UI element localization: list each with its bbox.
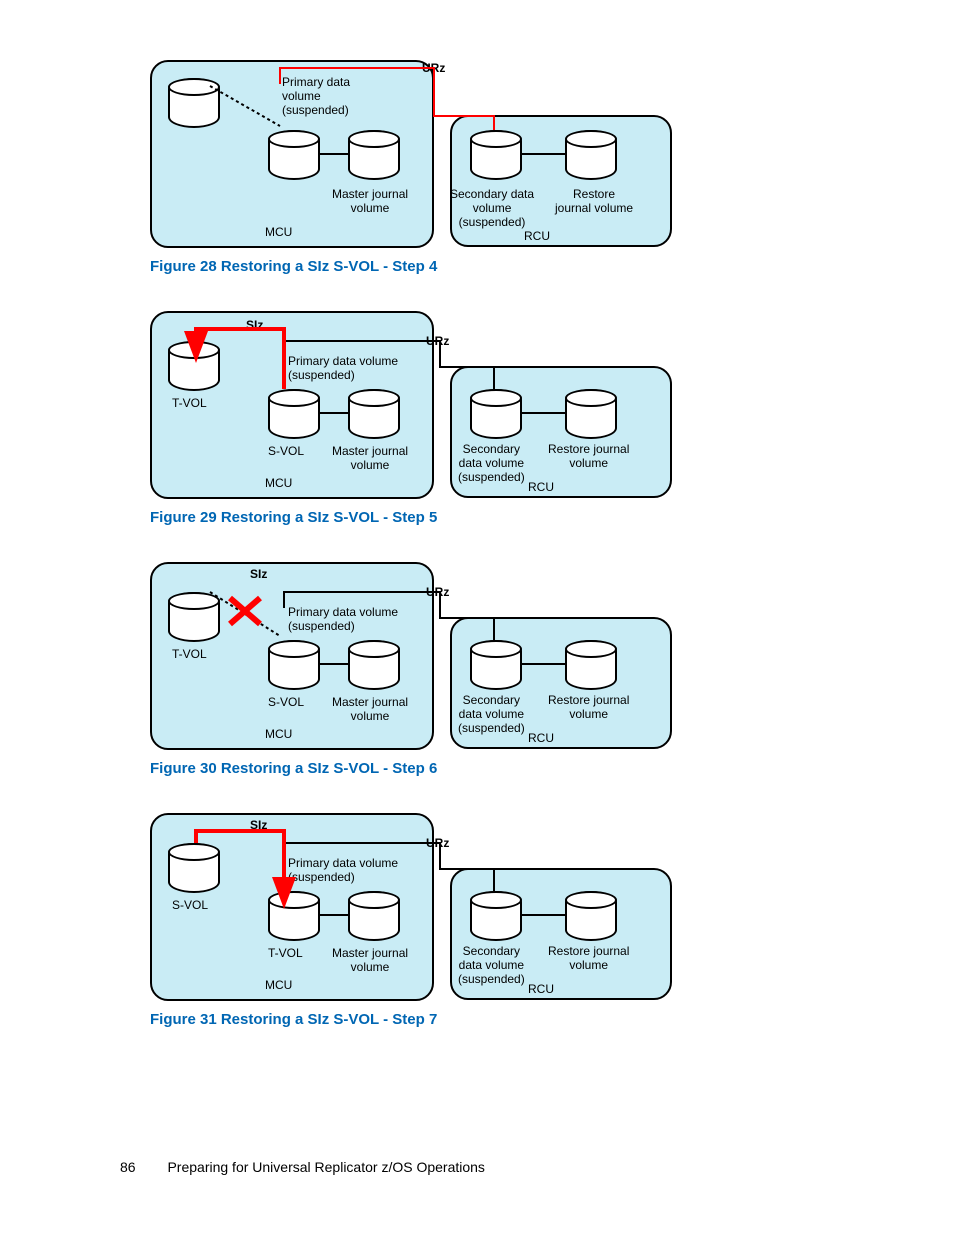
mcu-vol-svol [268, 640, 320, 690]
label-restore: Restore journal volume [548, 945, 629, 973]
label-master: Master journal volume [332, 947, 408, 975]
rcu-vol-restore [565, 389, 617, 439]
label-primary: Primary data volume (suspended) [288, 857, 398, 885]
label-tvol: T-VOL [172, 648, 207, 662]
figure-29-caption: Figure 29 Restoring a SIz S-VOL - Step 5 [150, 509, 834, 526]
figure-28-diagram: Primary data volume (suspended) URz Mast… [150, 60, 690, 250]
label-master: Master journal volume [332, 696, 408, 724]
figure-31: SIz URz Primary data volume (suspended) … [150, 813, 834, 1028]
label-svol: S-VOL [268, 696, 304, 710]
rcu-vol-secondary [470, 891, 522, 941]
label-restore: Restore journal volume [555, 188, 633, 216]
mcu-vol-master [348, 640, 400, 690]
label-master: Master journal volume [332, 188, 408, 216]
figure-29-diagram: SIz URz Primary data volume (suspended) … [150, 311, 690, 501]
label-secondary: Secondary data volume (suspended) [458, 694, 525, 735]
figure-31-diagram: SIz URz Primary data volume (suspended) … [150, 813, 690, 1003]
label-secondary: Secondary data volume (suspended) [458, 945, 525, 986]
mcu-vol-primary [268, 130, 320, 180]
label-secondary: Secondary data volume (suspended) [458, 443, 525, 484]
rcu-vol-restore [565, 130, 617, 180]
mcu-vol-tvol [168, 341, 220, 391]
rcu-vol-restore [565, 891, 617, 941]
mcu-vol-svol [268, 389, 320, 439]
label-primary: Primary data volume (suspended) [288, 355, 398, 383]
mcu-vol-tvol [168, 592, 220, 642]
label-rcu: RCU [528, 481, 554, 495]
label-urz: URz [426, 586, 449, 600]
label-restore: Restore journal volume [548, 443, 629, 471]
mcu-vol-master [348, 130, 400, 180]
mcu-vol-master [348, 891, 400, 941]
label-siz: SIz [250, 819, 267, 833]
label-urz: URz [426, 837, 449, 851]
figure-29: SIz URz Primary data volume (suspended) … [150, 311, 834, 526]
page-footer: 86 Preparing for Universal Replicator z/… [120, 1159, 485, 1175]
figure-30-caption: Figure 30 Restoring a SIz S-VOL - Step 6 [150, 760, 834, 777]
label-mcu: MCU [265, 979, 292, 993]
label-siz: SIz [246, 319, 263, 333]
label-urz: URz [426, 335, 449, 349]
label-svol: S-VOL [268, 445, 304, 459]
rcu-vol-restore [565, 640, 617, 690]
label-master: Master journal volume [332, 445, 408, 473]
mcu-vol-left [168, 78, 220, 128]
footer-text: Preparing for Universal Replicator z/OS … [167, 1159, 484, 1175]
figure-28: Primary data volume (suspended) URz Mast… [150, 60, 834, 275]
mcu-vol-tvol [268, 891, 320, 941]
rcu-vol-secondary [470, 389, 522, 439]
mcu-vol-svol [168, 843, 220, 893]
label-urz: URz [422, 62, 445, 76]
label-secondary: Secondary data volume (suspended) [450, 188, 534, 229]
page-number: 86 [120, 1159, 136, 1175]
figure-30-diagram: SIz URz Primary data volume (suspended) … [150, 562, 690, 752]
label-siz: SIz [250, 568, 267, 582]
label-mcu: MCU [265, 477, 292, 491]
label-tvol: T-VOL [172, 397, 207, 411]
label-tvol: T-VOL [268, 947, 303, 961]
figure-28-caption: Figure 28 Restoring a SIz S-VOL - Step 4 [150, 258, 834, 275]
label-primary: Primary data volume (suspended) [282, 76, 350, 117]
label-mcu: MCU [265, 226, 292, 240]
rcu-vol-secondary [470, 640, 522, 690]
figure-31-caption: Figure 31 Restoring a SIz S-VOL - Step 7 [150, 1011, 834, 1028]
label-restore: Restore journal volume [548, 694, 629, 722]
figure-30: SIz URz Primary data volume (suspended) … [150, 562, 834, 777]
label-primary: Primary data volume (suspended) [288, 606, 398, 634]
label-mcu: MCU [265, 728, 292, 742]
label-svol: S-VOL [172, 899, 208, 913]
label-rcu: RCU [528, 983, 554, 997]
label-rcu: RCU [524, 230, 550, 244]
rcu-vol-secondary [470, 130, 522, 180]
document-page: Primary data volume (suspended) URz Mast… [0, 0, 954, 1235]
label-rcu: RCU [528, 732, 554, 746]
mcu-vol-master [348, 389, 400, 439]
